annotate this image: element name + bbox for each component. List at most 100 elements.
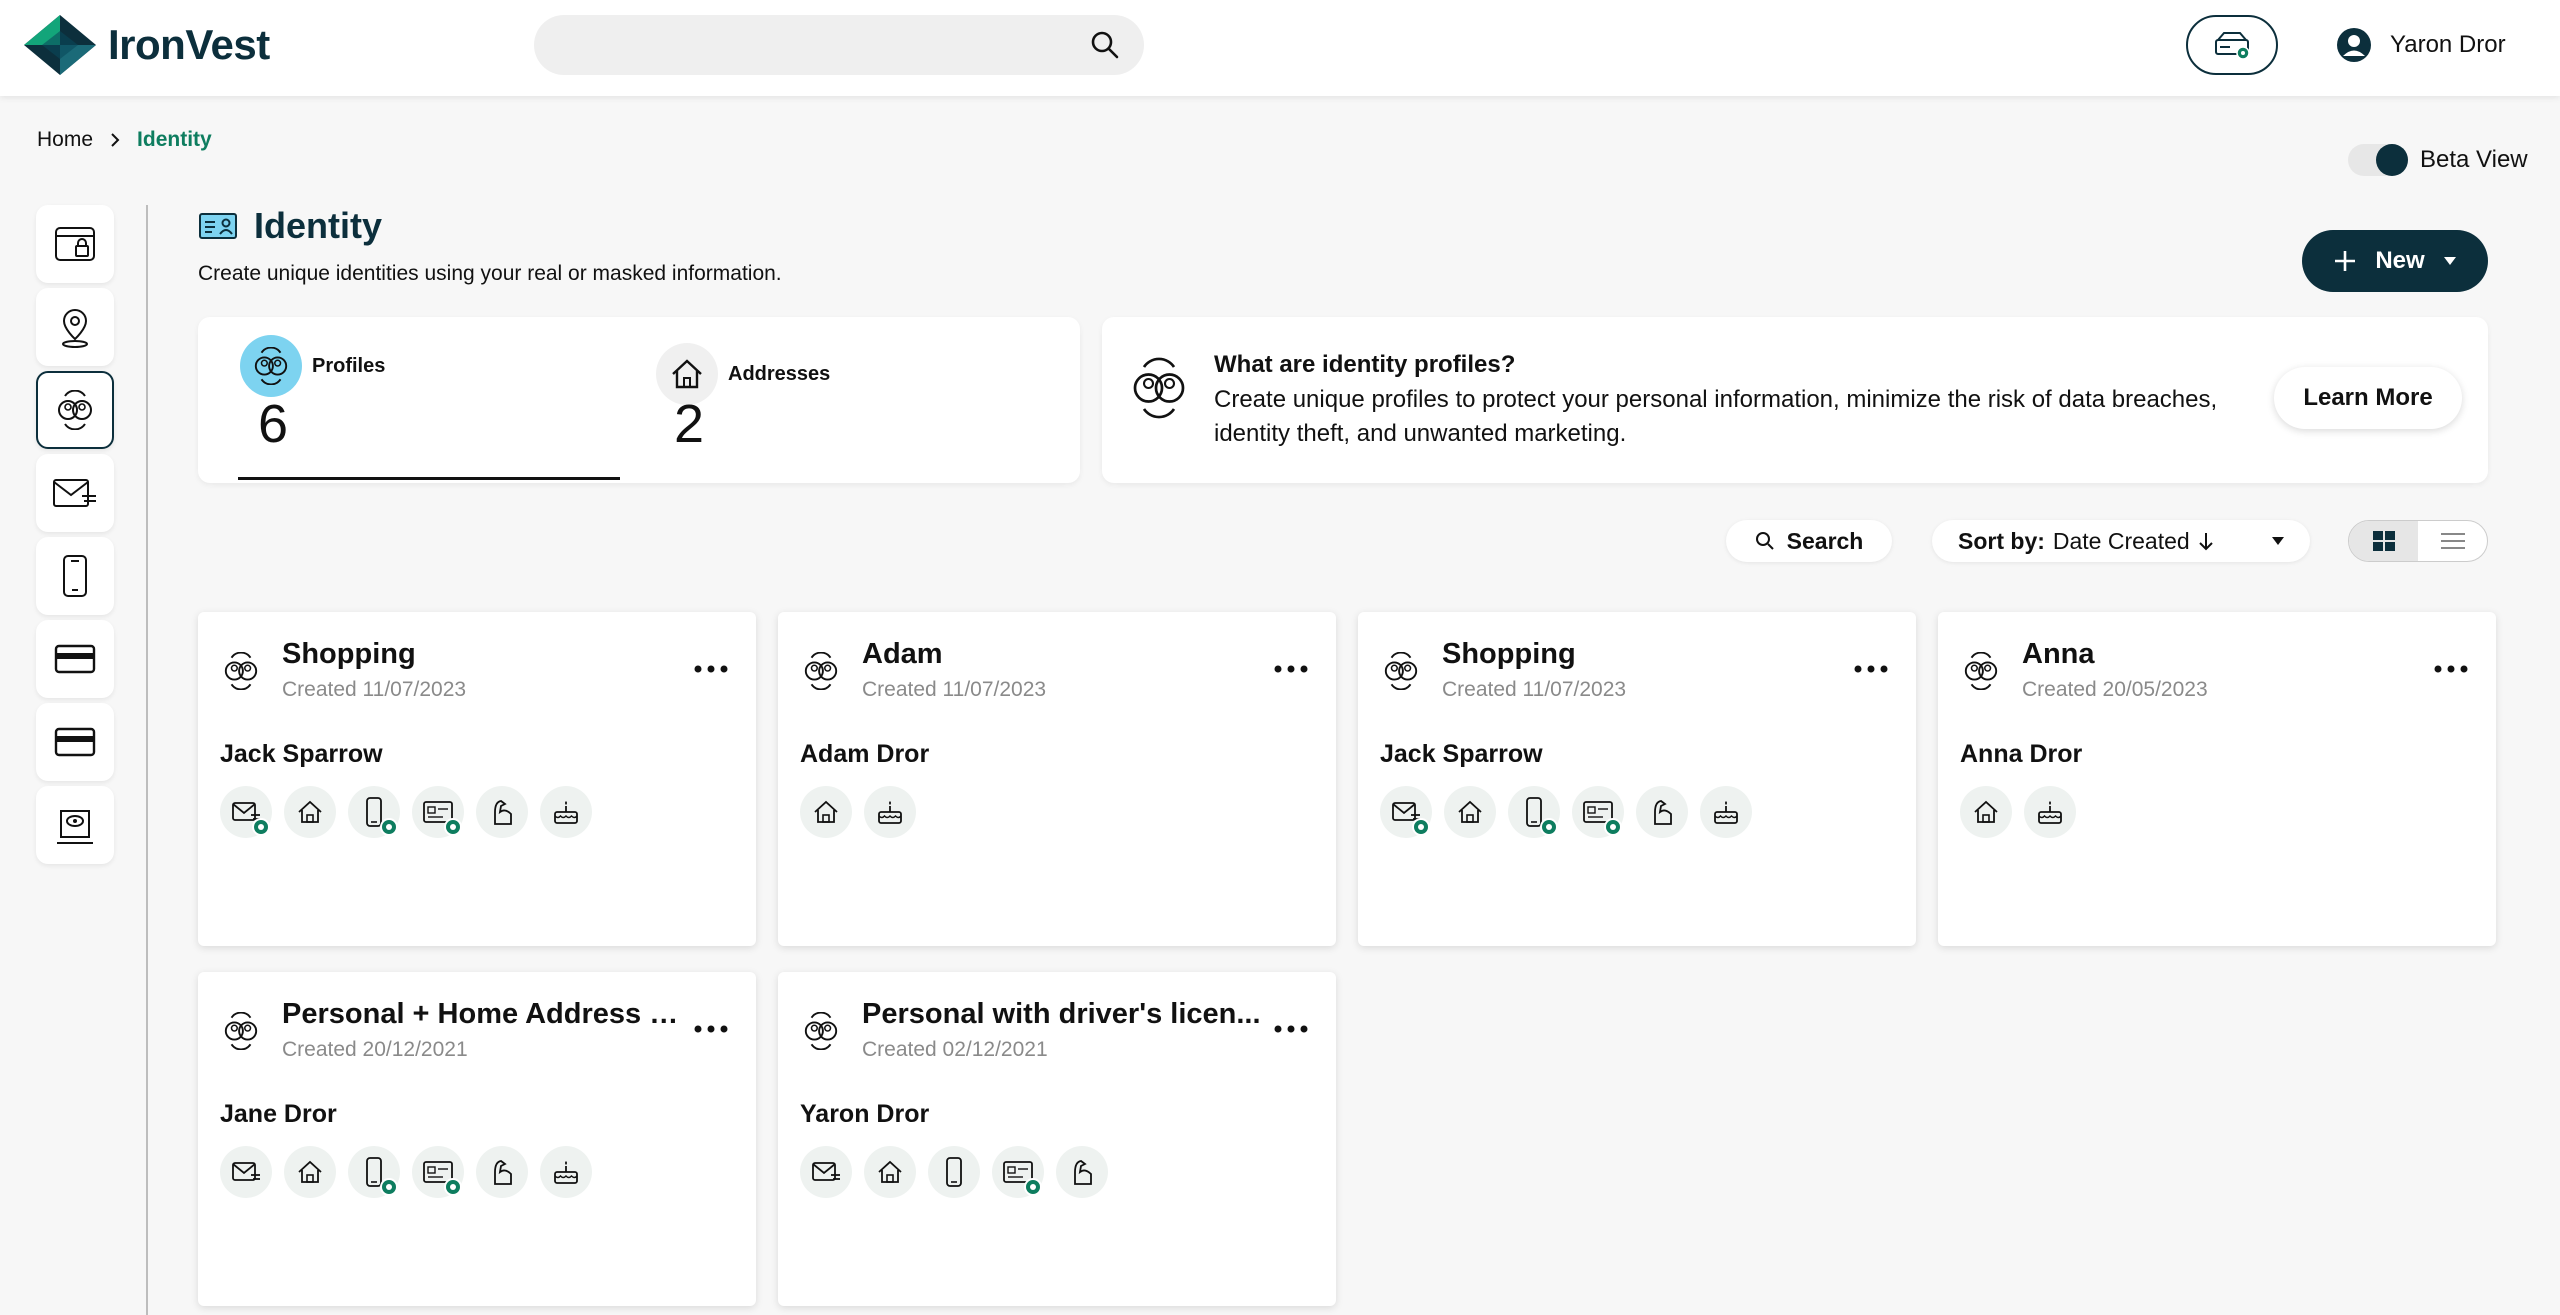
profile-created-date: Created 02/12/2021 <box>862 1038 1048 1061</box>
profile-title: Adam <box>862 638 943 670</box>
toggle-knob <box>2376 144 2408 176</box>
profile-person-name: Jack Sparrow <box>1380 740 1543 768</box>
arm-icon <box>476 786 528 838</box>
more-options-icon[interactable] <box>1274 660 1308 678</box>
profile-card[interactable]: Shopping Created 11/07/2023 Jack Sparrow <box>198 612 756 946</box>
home-icon <box>284 1146 336 1198</box>
profile-person-name: Anna Dror <box>1960 740 2083 768</box>
sidebar-item-cards[interactable] <box>36 620 114 698</box>
tab-profiles[interactable]: Profiles 6 <box>240 335 385 455</box>
profiles-icon <box>240 335 302 397</box>
sidebar-item-device[interactable] <box>36 786 114 864</box>
search-input[interactable] <box>558 25 1078 65</box>
global-search[interactable] <box>534 15 1144 75</box>
credit-card-icon <box>54 727 96 757</box>
sidebar-item-identity[interactable] <box>36 371 114 449</box>
home-icon <box>800 786 852 838</box>
identity-swap-icon <box>220 651 262 695</box>
beta-view-toggle[interactable]: Beta View <box>2348 144 2528 176</box>
profile-person-name: Adam Dror <box>800 740 930 768</box>
page-subtitle: Create unique identities using your real… <box>198 262 782 285</box>
profiles-search-button[interactable]: Search <box>1726 520 1892 562</box>
grid-view-button[interactable] <box>2349 521 2418 561</box>
phone-masked-icon <box>348 1146 400 1198</box>
toggle-switch[interactable] <box>2348 144 2408 176</box>
tab-addresses[interactable]: Addresses 2 <box>656 343 830 455</box>
search-icon <box>1755 532 1774 550</box>
profile-card[interactable]: Anna Created 20/05/2023 Anna Dror <box>1938 612 2496 946</box>
sidebar-divider <box>146 205 148 1315</box>
cake-icon <box>540 1146 592 1198</box>
user-name: Yaron Dror <box>2390 31 2506 58</box>
sidebar-item-location[interactable] <box>36 288 114 366</box>
more-options-icon[interactable] <box>1274 1020 1308 1038</box>
arm-icon <box>1056 1146 1108 1198</box>
email-icon <box>53 479 96 507</box>
profile-title: Anna <box>2022 638 2095 670</box>
breadcrumb-home[interactable]: Home <box>37 128 93 152</box>
profile-person-name: Jane Dror <box>220 1100 337 1128</box>
profile-created-date: Created 20/05/2023 <box>2022 678 2208 701</box>
more-options-icon[interactable] <box>1854 660 1888 678</box>
search-icon[interactable] <box>1090 30 1120 60</box>
user-avatar-icon <box>2337 28 2371 62</box>
profile-title: Shopping <box>282 638 416 670</box>
addresses-count: 2 <box>674 394 705 454</box>
identity-swap-icon <box>58 390 92 430</box>
plus-icon <box>2335 251 2356 271</box>
masked-badge-icon <box>444 1178 462 1196</box>
cake-icon <box>864 786 916 838</box>
credit-card-icon <box>54 644 96 674</box>
card-masked-icon <box>992 1146 1044 1198</box>
info-description: Create unique profiles to protect your p… <box>1214 386 2218 447</box>
sort-value: Date Created <box>2052 527 2190 554</box>
phone-icon <box>63 555 87 597</box>
sidebar-item-cards-2[interactable] <box>36 703 114 781</box>
card-masked-icon <box>412 1146 464 1198</box>
profile-title: Shopping <box>1442 638 1576 670</box>
top-header: IronVest Yaron Dror <box>0 0 2560 96</box>
breadcrumb: Home Identity <box>37 128 212 152</box>
user-menu[interactable]: Yaron Dror <box>2336 27 2506 63</box>
sidebar-item-phone[interactable] <box>36 537 114 615</box>
list-icon <box>2440 533 2465 549</box>
learn-more-button[interactable]: Learn More <box>2274 367 2462 429</box>
list-view-button[interactable] <box>2418 521 2487 561</box>
stats-panel: Profiles 6 Addresses 2 <box>198 317 1080 483</box>
vault-button[interactable] <box>2186 15 2278 75</box>
location-pin-icon <box>62 308 88 348</box>
search-label: Search <box>1786 527 1864 554</box>
masked-badge-icon <box>444 818 462 836</box>
profile-card[interactable]: Personal + Home Address (... Created 20/1… <box>198 972 756 1306</box>
home-icon <box>1960 786 2012 838</box>
sort-dropdown[interactable]: Sort by: Date Created <box>1932 520 2310 562</box>
arm-icon <box>1636 786 1688 838</box>
app-name: IronVest <box>108 21 270 68</box>
page-title-text: Identity <box>254 205 383 246</box>
new-button[interactable]: New <box>2302 230 2488 292</box>
profile-attribute-icons <box>800 786 916 838</box>
beta-view-label: Beta View <box>2420 146 2528 173</box>
card-masked-icon <box>412 786 464 838</box>
more-options-icon[interactable] <box>694 1020 728 1038</box>
identity-swap-icon <box>1380 651 1422 695</box>
phone-masked-icon <box>348 786 400 838</box>
home-icon <box>1444 786 1496 838</box>
profile-attribute-icons <box>220 786 592 838</box>
view-toggle <box>2348 520 2488 562</box>
profile-card[interactable]: Adam Created 11/07/2023 Adam Dror <box>778 612 1336 946</box>
ironvest-logo[interactable]: IronVest <box>22 13 270 77</box>
sidebar-item-email[interactable] <box>36 454 114 532</box>
profile-attribute-icons <box>800 1146 1108 1198</box>
laptop-eye-icon <box>57 810 93 844</box>
identity-swap-icon <box>220 1011 262 1055</box>
email-masked-icon <box>220 786 272 838</box>
profile-title: Personal with driver's licen... <box>862 998 1261 1030</box>
more-options-icon[interactable] <box>694 660 728 678</box>
more-options-icon[interactable] <box>2434 660 2468 678</box>
profile-card[interactable]: Shopping Created 11/07/2023 Jack Sparrow <box>1358 612 1916 946</box>
profile-card[interactable]: Personal with driver's licen... Created 0… <box>778 972 1336 1306</box>
sidebar-item-passwords[interactable] <box>36 205 114 283</box>
masked-badge-icon <box>252 818 270 836</box>
identity-swap-icon <box>800 651 842 695</box>
